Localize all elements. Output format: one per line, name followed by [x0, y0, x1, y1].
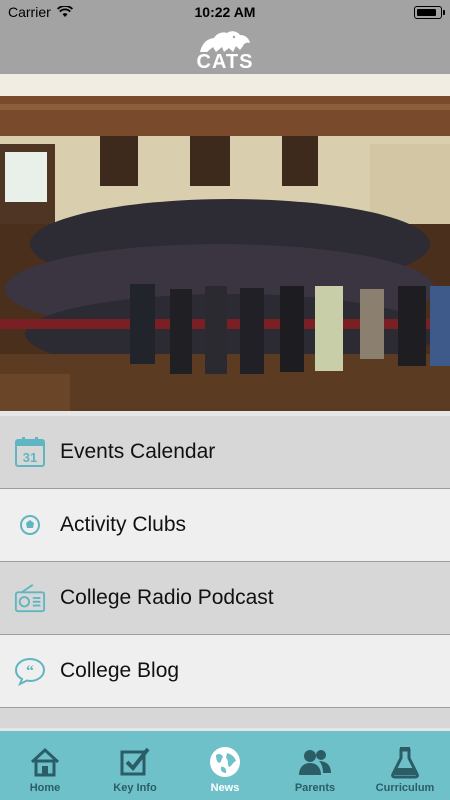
status-time: 10:22 AM — [194, 4, 256, 20]
tab-label: Home — [29, 782, 61, 794]
news-menu: 31 Events Calendar Activity Clubs Colleg… — [0, 416, 450, 728]
hero-photo — [0, 74, 450, 411]
menu-item-label: Events Calendar — [60, 440, 216, 463]
tab-news[interactable]: News — [180, 731, 270, 800]
people-icon — [297, 744, 333, 780]
menu-item-college-radio-podcast[interactable]: College Radio Podcast — [0, 562, 450, 635]
tab-curriculum[interactable]: Curriculum — [360, 731, 450, 800]
flask-icon — [390, 744, 420, 780]
menu-item-events-calendar[interactable]: 31 Events Calendar — [0, 416, 450, 489]
menu-item-label: Activity Clubs — [60, 513, 187, 536]
app-header: CATS — [0, 24, 450, 74]
menu-item-college-blog[interactable]: “ College Blog — [0, 635, 450, 708]
checkbox-icon — [119, 744, 151, 780]
logo-text: CATS — [196, 51, 254, 73]
cats-logo: CATS — [196, 28, 254, 73]
globe-icon — [208, 744, 242, 780]
menu-item-label: College Blog — [60, 659, 180, 682]
calendar-day: 31 — [23, 450, 37, 465]
menu-item-label: College Radio Podcast — [60, 586, 274, 609]
menu-item-partial — [0, 708, 450, 728]
svg-text:“: “ — [26, 663, 34, 680]
menu-item-activity-clubs[interactable]: Activity Clubs — [0, 489, 450, 562]
tab-bar: Home Key Info News Parents Curriculum — [0, 731, 450, 800]
tab-home[interactable]: Home — [0, 731, 90, 800]
tab-label: News — [210, 782, 240, 794]
football-icon — [14, 509, 46, 541]
tab-key-info[interactable]: Key Info — [90, 731, 180, 800]
battery-icon — [414, 6, 445, 19]
tab-parents[interactable]: Parents — [270, 731, 360, 800]
speech-bubble-icon: “ — [14, 655, 46, 687]
tab-label: Curriculum — [375, 782, 435, 794]
status-bar: Carrier 10:22 AM — [0, 0, 450, 24]
tab-label: Key Info — [113, 782, 157, 794]
tab-label: Parents — [294, 782, 336, 794]
home-icon — [29, 744, 61, 780]
calendar-icon: 31 — [14, 436, 46, 468]
radio-icon — [14, 582, 46, 614]
